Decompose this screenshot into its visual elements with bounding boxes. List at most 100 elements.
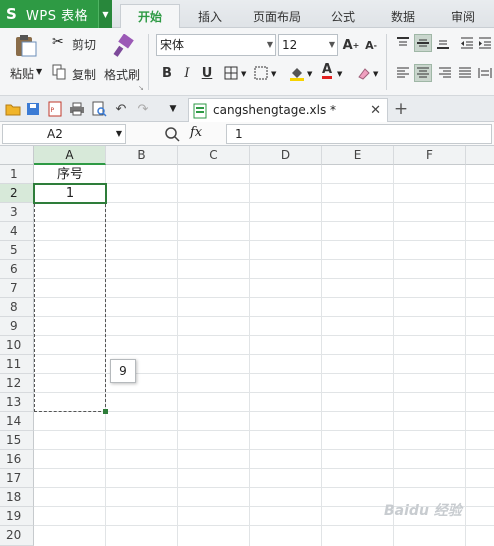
font-size-select[interactable]: 12 ▼ bbox=[278, 34, 338, 56]
row-header-2[interactable]: 2 bbox=[0, 184, 34, 203]
select-all-corner[interactable] bbox=[0, 146, 34, 165]
close-tab-icon[interactable]: ✕ bbox=[370, 103, 381, 118]
decrease-indent-icon[interactable] bbox=[458, 34, 476, 52]
new-tab-icon[interactable]: + bbox=[392, 99, 410, 119]
scissors-icon[interactable]: ✂ bbox=[52, 34, 64, 50]
bold-icon[interactable]: B bbox=[158, 64, 176, 82]
row-header-19[interactable]: 19 bbox=[0, 507, 34, 526]
chevron-down-icon[interactable]: ▼ bbox=[98, 0, 112, 28]
formula-input[interactable]: 1 bbox=[226, 124, 492, 144]
chevron-down-icon[interactable]: ▼ bbox=[241, 70, 246, 78]
align-bottom-icon[interactable] bbox=[434, 34, 452, 52]
print-preview-icon[interactable] bbox=[90, 100, 108, 118]
column-header-e[interactable]: E bbox=[322, 146, 394, 165]
row-header-14[interactable]: 14 bbox=[0, 412, 34, 431]
row-header-6[interactable]: 6 bbox=[0, 260, 34, 279]
spreadsheet-grid[interactable]: A B C D E F 1 2 3 4 5 6 7 8 9 10 11 12 1… bbox=[0, 146, 494, 546]
decrease-font-icon[interactable]: A- bbox=[362, 36, 380, 54]
formula-bar: A2 ▼ fx 1 bbox=[0, 122, 494, 146]
align-top-icon[interactable] bbox=[394, 34, 412, 52]
chevron-down-icon[interactable]: ▼ bbox=[337, 70, 342, 78]
align-left-icon[interactable] bbox=[394, 64, 412, 82]
tab-review[interactable]: 审阅 bbox=[440, 4, 486, 28]
export-pdf-icon[interactable]: P bbox=[46, 100, 64, 118]
row-header-10[interactable]: 10 bbox=[0, 336, 34, 355]
column-header-b[interactable]: B bbox=[106, 146, 178, 165]
save-icon[interactable] bbox=[24, 100, 42, 118]
row-header-3[interactable]: 3 bbox=[0, 203, 34, 222]
redo-icon[interactable]: ↷ bbox=[134, 100, 152, 118]
tab-insert[interactable]: 插入 bbox=[186, 4, 234, 28]
tab-home[interactable]: 开始 bbox=[120, 4, 180, 28]
row-header-4[interactable]: 4 bbox=[0, 222, 34, 241]
column-header-a[interactable]: A bbox=[34, 146, 106, 165]
format-painter-icon[interactable] bbox=[112, 33, 134, 58]
row-header-13[interactable]: 13 bbox=[0, 393, 34, 412]
cell-a1[interactable]: 序号 bbox=[34, 166, 106, 184]
column-header-g[interactable] bbox=[466, 146, 494, 165]
merge-cells-icon[interactable] bbox=[252, 64, 270, 82]
row-header-1[interactable]: 1 bbox=[0, 165, 34, 184]
fill-range-outline bbox=[34, 184, 106, 412]
align-middle-icon[interactable] bbox=[414, 34, 432, 52]
app-menu-button[interactable]: S WPS 表格 ▼ bbox=[0, 0, 112, 28]
column-header-f[interactable]: F bbox=[394, 146, 466, 165]
app-name: WPS 表格 bbox=[26, 8, 89, 24]
column-header-d[interactable]: D bbox=[250, 146, 322, 165]
gridline bbox=[34, 449, 494, 450]
distributed-align-icon[interactable] bbox=[476, 64, 494, 82]
cut-button[interactable]: 剪切 bbox=[72, 36, 96, 53]
row-header-18[interactable]: 18 bbox=[0, 488, 34, 507]
row-header-9[interactable]: 9 bbox=[0, 317, 34, 336]
align-center-icon[interactable] bbox=[414, 64, 432, 82]
copy-button[interactable]: 复制 bbox=[72, 66, 96, 83]
chevron-down-icon[interactable]: ▼ bbox=[271, 70, 276, 78]
row-header-5[interactable]: 5 bbox=[0, 241, 34, 260]
chevron-down-icon[interactable]: ▼ bbox=[36, 67, 42, 76]
increase-font-icon[interactable]: A + bbox=[342, 36, 360, 54]
undo-icon[interactable]: ↶ bbox=[112, 100, 130, 118]
font-color-icon[interactable]: A bbox=[318, 62, 336, 80]
tab-page-layout[interactable]: 页面布局 bbox=[244, 4, 310, 28]
row-header-12[interactable]: 12 bbox=[0, 374, 34, 393]
column-header-c[interactable]: C bbox=[178, 146, 250, 165]
font-name-select[interactable]: 宋体 ▼ bbox=[156, 34, 276, 56]
row-header-7[interactable]: 7 bbox=[0, 279, 34, 298]
open-folder-icon[interactable] bbox=[4, 100, 22, 118]
tab-data[interactable]: 数据 bbox=[380, 4, 426, 28]
dialog-launcher-icon[interactable]: ↘ bbox=[138, 84, 144, 92]
chevron-down-icon: ▼ bbox=[328, 40, 335, 49]
align-right-icon[interactable] bbox=[436, 64, 454, 82]
chevron-down-icon[interactable]: ▼ bbox=[307, 70, 312, 78]
italic-icon[interactable]: I bbox=[178, 64, 196, 82]
insert-function-icon[interactable]: fx bbox=[190, 125, 202, 140]
row-header-16[interactable]: 16 bbox=[0, 450, 34, 469]
zoom-icon[interactable] bbox=[164, 126, 180, 142]
document-tab[interactable]: cangshengtage.xls * ✕ bbox=[188, 98, 388, 122]
fill-color-icon[interactable] bbox=[288, 64, 306, 82]
tab-formulas[interactable]: 公式 bbox=[320, 4, 366, 28]
row-header-20[interactable]: 20 bbox=[0, 526, 34, 546]
paste-button[interactable]: 粘贴 bbox=[10, 65, 34, 82]
justify-icon[interactable] bbox=[456, 64, 474, 82]
fill-handle[interactable] bbox=[103, 409, 108, 414]
chevron-down-icon[interactable]: ▼ bbox=[373, 70, 378, 78]
chevron-down-icon: ▼ bbox=[266, 40, 273, 49]
name-box[interactable]: A2 ▼ bbox=[2, 124, 126, 144]
format-painter-button[interactable]: 格式刷 bbox=[104, 66, 140, 83]
row-header-17[interactable]: 17 bbox=[0, 469, 34, 488]
row-header-15[interactable]: 15 bbox=[0, 431, 34, 450]
gridline bbox=[34, 430, 494, 431]
increase-indent-icon[interactable] bbox=[476, 34, 494, 52]
paste-icon[interactable] bbox=[12, 34, 38, 58]
print-icon[interactable] bbox=[68, 100, 86, 118]
row-header-8[interactable]: 8 bbox=[0, 298, 34, 317]
active-cell-outline bbox=[33, 183, 107, 204]
underline-icon[interactable]: U bbox=[198, 64, 216, 82]
borders-icon[interactable] bbox=[222, 64, 240, 82]
watermark: Baidu 经验 bbox=[384, 503, 462, 519]
clear-format-icon[interactable] bbox=[354, 64, 372, 82]
row-header-11[interactable]: 11 bbox=[0, 355, 34, 374]
copy-icon[interactable] bbox=[52, 64, 66, 80]
customize-toolbar-icon[interactable]: ▼ bbox=[164, 100, 182, 118]
